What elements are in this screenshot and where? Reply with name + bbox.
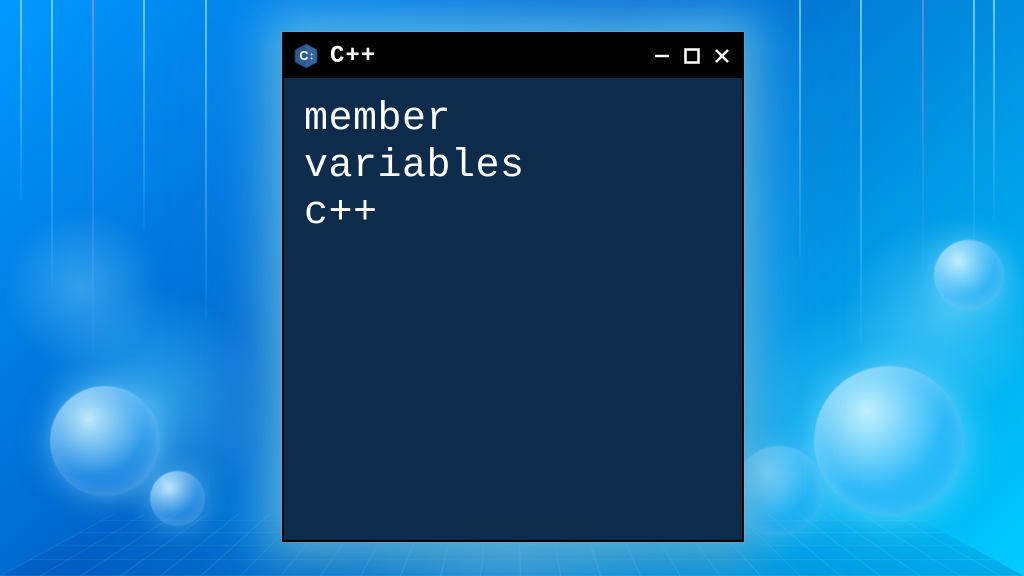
svg-text:C: C <box>299 49 308 63</box>
content-line: member <box>304 97 451 142</box>
editor-content: member variables c++ <box>284 78 742 540</box>
glow-orb <box>150 471 205 526</box>
window-controls <box>652 46 732 66</box>
glow-orb <box>814 366 964 516</box>
cpp-hexagon-icon: C + + <box>292 42 320 70</box>
maximize-button[interactable] <box>682 46 702 66</box>
app-window: C + + C++ member variables c++ <box>282 32 744 542</box>
close-button[interactable] <box>712 46 732 66</box>
glow-orb <box>934 240 1004 310</box>
glow-orb <box>50 386 160 496</box>
content-line: variables <box>304 144 525 189</box>
svg-text:+: + <box>310 56 313 61</box>
titlebar[interactable]: C + + C++ <box>284 34 742 78</box>
glow-orb <box>734 446 824 536</box>
content-line: c++ <box>304 191 378 236</box>
window-title: C++ <box>330 43 642 70</box>
minimize-button[interactable] <box>652 46 672 66</box>
